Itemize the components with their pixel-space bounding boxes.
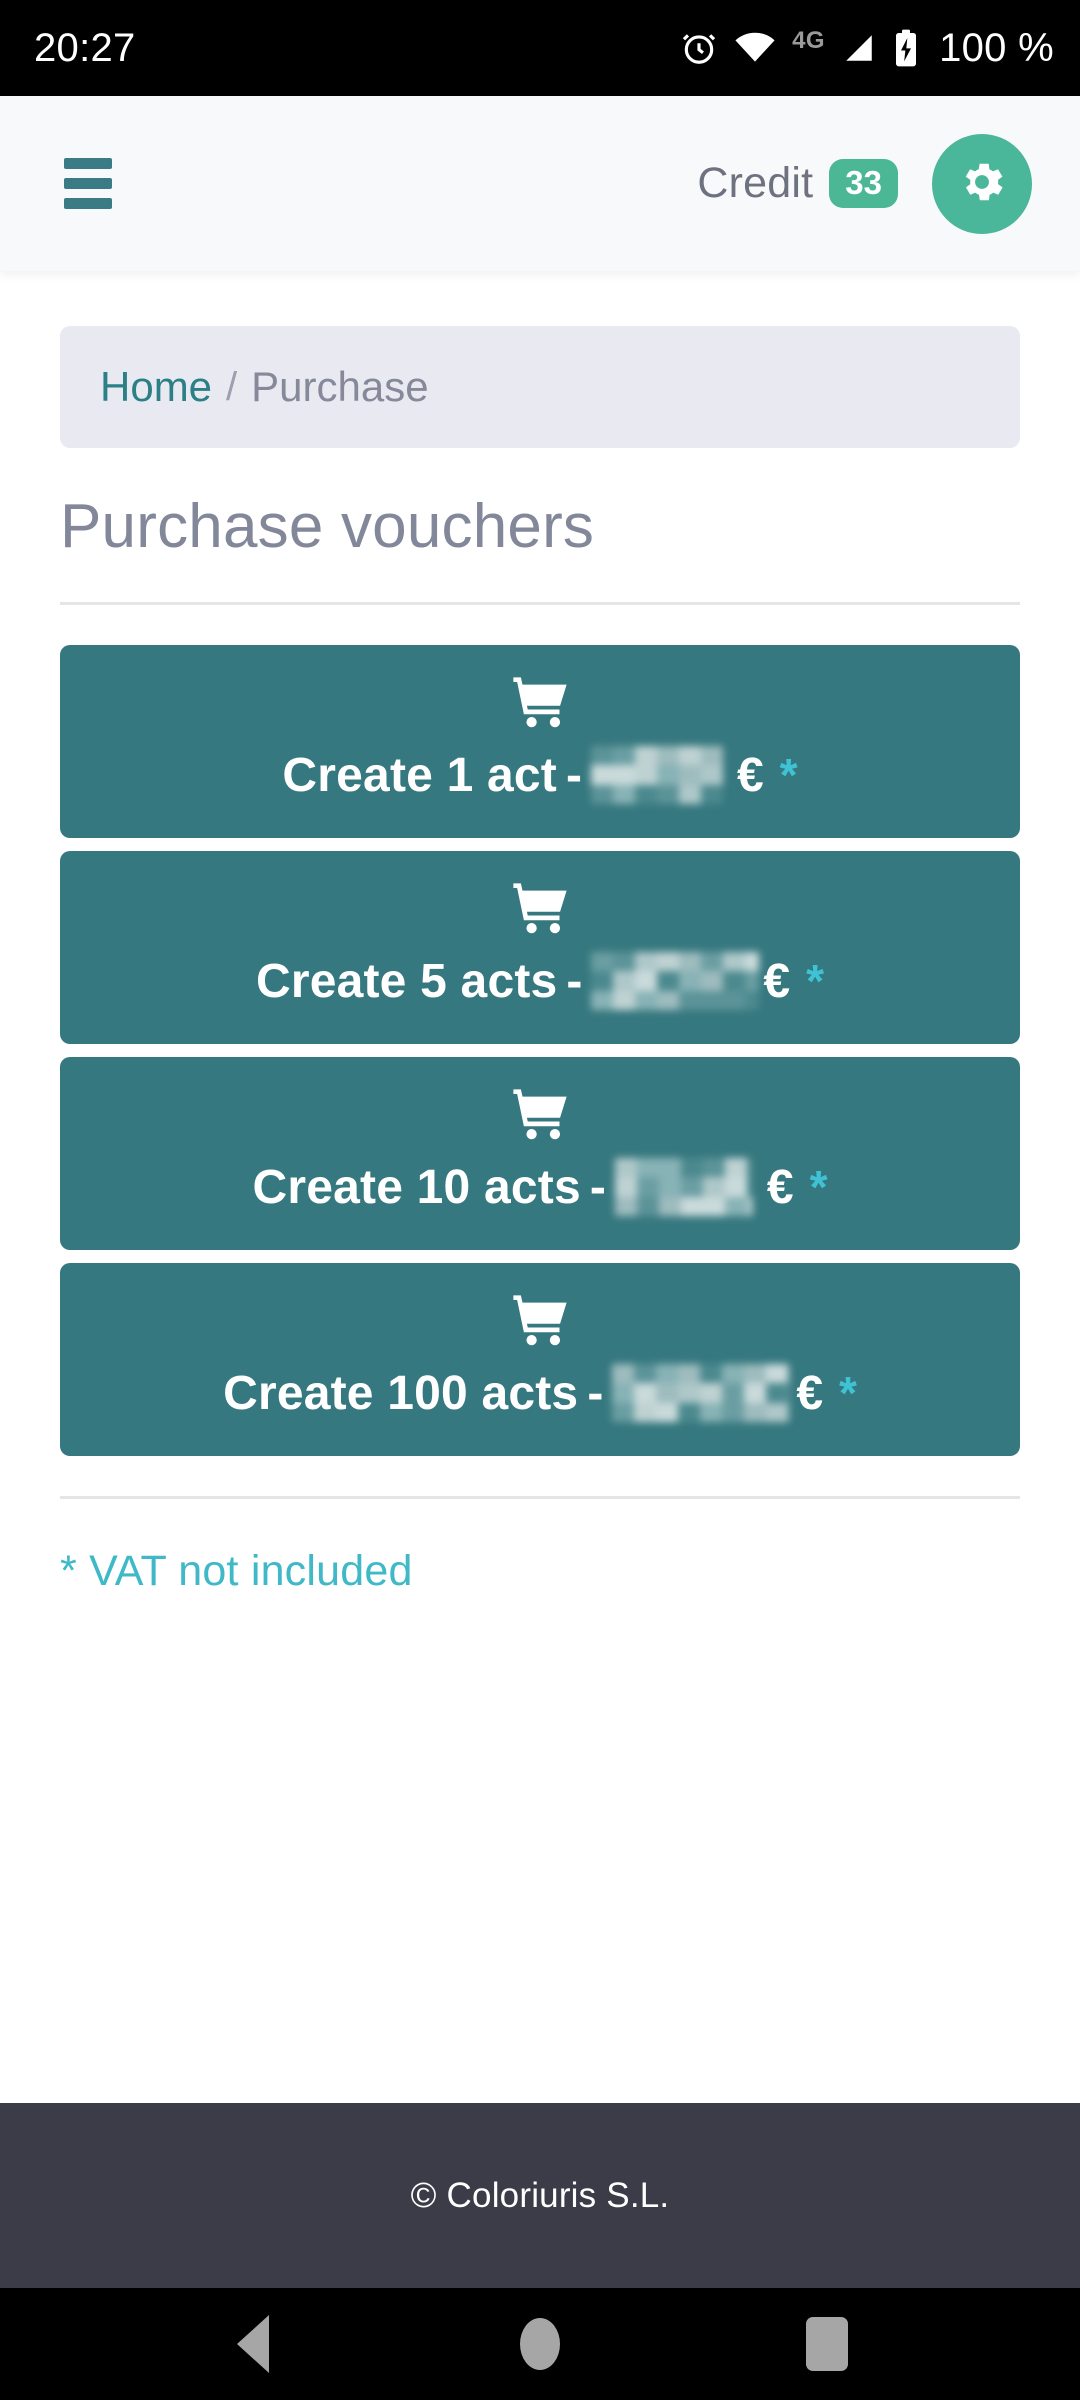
battery-percent-label: 100 % bbox=[939, 25, 1054, 70]
footnote-marker: * bbox=[839, 1367, 857, 1419]
redacted-price bbox=[614, 1158, 753, 1216]
android-nav-bar bbox=[0, 2288, 1080, 2400]
voucher-label: Create 1 act bbox=[282, 748, 557, 802]
voucher-dash: - bbox=[589, 1160, 606, 1214]
voucher-dash: - bbox=[565, 748, 582, 802]
voucher-card-text: Create 1 act - € * bbox=[282, 746, 798, 804]
vat-note: * VAT not included bbox=[60, 1547, 413, 1595]
voucher-list: Create 1 act - € * Create 5 acts - € * C… bbox=[60, 645, 1020, 1456]
wifi-icon bbox=[734, 31, 776, 65]
voucher-dash: - bbox=[587, 1366, 604, 1420]
voucher-card-text: Create 10 acts - € * bbox=[252, 1158, 828, 1216]
redacted-price bbox=[591, 952, 760, 1010]
battery-charging-icon bbox=[893, 28, 919, 68]
hamburger-menu-icon[interactable] bbox=[62, 152, 114, 215]
shopping-cart-icon bbox=[512, 883, 568, 938]
phone-screen: 20:27 4G 100 % Credit 33 Home / Purchase… bbox=[0, 0, 1080, 2400]
hamburger-bar bbox=[64, 178, 112, 189]
android-status-bar: 20:27 4G 100 % bbox=[0, 0, 1080, 96]
shopping-cart-icon bbox=[512, 677, 568, 732]
voucher-card-1-act[interactable]: Create 1 act - € * bbox=[60, 645, 1020, 838]
title-divider bbox=[60, 602, 1020, 605]
voucher-card-text: Create 100 acts - € * bbox=[223, 1364, 857, 1422]
voucher-card-100-acts[interactable]: Create 100 acts - € * bbox=[60, 1263, 1020, 1456]
signal-icon bbox=[841, 31, 877, 65]
list-bottom-divider bbox=[60, 1496, 1020, 1499]
gear-icon bbox=[956, 156, 1008, 211]
currency-symbol: € bbox=[763, 954, 791, 1008]
credit-badge: 33 bbox=[829, 159, 898, 208]
voucher-card-5-acts[interactable]: Create 5 acts - € * bbox=[60, 851, 1020, 1044]
network-type-label: 4G bbox=[792, 27, 826, 54]
breadcrumb-separator: / bbox=[226, 364, 238, 409]
voucher-card-10-acts[interactable]: Create 10 acts - € * bbox=[60, 1057, 1020, 1250]
voucher-label: Create 10 acts bbox=[252, 1160, 581, 1214]
app-header: Credit 33 bbox=[0, 96, 1080, 271]
back-triangle-icon bbox=[237, 2315, 270, 2373]
page-title: Purchase vouchers bbox=[60, 492, 595, 561]
hamburger-bar bbox=[64, 158, 112, 169]
hamburger-bar bbox=[64, 198, 112, 209]
currency-symbol: € bbox=[736, 748, 764, 802]
page-footer: © Coloriuris S.L. bbox=[0, 2103, 1080, 2288]
redacted-price bbox=[590, 746, 723, 804]
voucher-label: Create 100 acts bbox=[223, 1366, 579, 1420]
recents-square-icon bbox=[805, 2317, 848, 2371]
alarm-icon bbox=[680, 29, 718, 67]
shopping-cart-icon bbox=[512, 1089, 568, 1144]
currency-symbol: € bbox=[766, 1160, 794, 1214]
copyright-text: © Coloriuris S.L. bbox=[410, 2175, 670, 2215]
status-bar-clock: 20:27 bbox=[34, 26, 136, 70]
home-circle-icon bbox=[519, 2318, 560, 2370]
footnote-marker: * bbox=[779, 749, 798, 801]
redacted-price bbox=[612, 1364, 791, 1422]
back-button[interactable] bbox=[193, 2288, 313, 2400]
credit-label: Credit bbox=[697, 159, 814, 207]
voucher-label: Create 5 acts bbox=[255, 954, 558, 1008]
breadcrumb-current: Purchase bbox=[251, 363, 429, 410]
status-bar-icons: 4G 100 % bbox=[680, 26, 1054, 71]
home-button[interactable] bbox=[480, 2288, 600, 2400]
footnote-marker: * bbox=[806, 955, 825, 1007]
breadcrumb-home-link[interactable]: Home bbox=[100, 363, 212, 411]
voucher-card-text: Create 5 acts - € * bbox=[256, 952, 824, 1010]
recents-button[interactable] bbox=[767, 2288, 887, 2400]
header-right-group: Credit 33 bbox=[697, 133, 1032, 234]
breadcrumb: Home / Purchase bbox=[60, 326, 1020, 448]
page-content: Home / Purchase Purchase vouchers Create… bbox=[0, 271, 1080, 2103]
footnote-marker: * bbox=[809, 1161, 828, 1213]
credit-indicator[interactable]: Credit 33 bbox=[697, 159, 898, 208]
settings-button[interactable] bbox=[932, 133, 1032, 234]
voucher-dash: - bbox=[566, 954, 583, 1008]
currency-symbol: € bbox=[796, 1366, 824, 1420]
shopping-cart-icon bbox=[512, 1295, 568, 1350]
